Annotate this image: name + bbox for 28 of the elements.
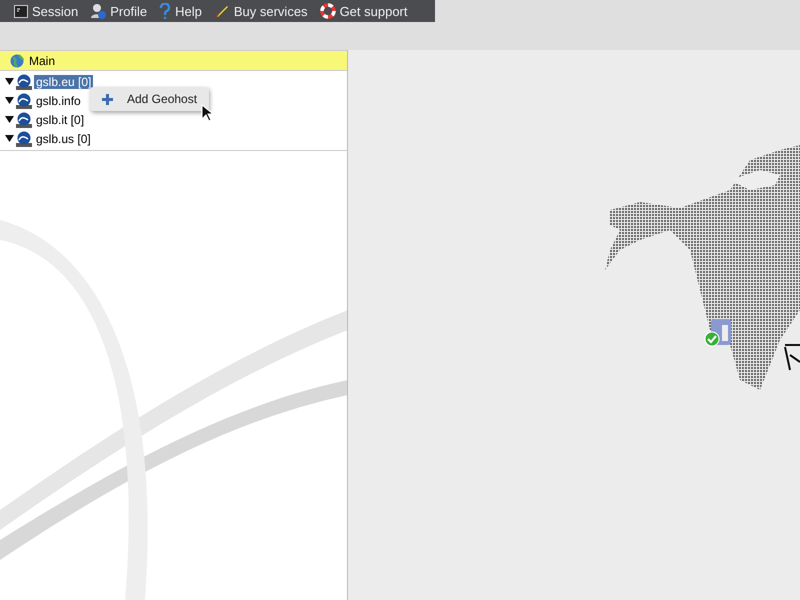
terminal-icon (14, 4, 28, 18)
toolbar-button[interactable]: Get support (316, 3, 414, 19)
tree-item[interactable]: gslb.it [0] (34, 112, 86, 126)
help-icon (159, 3, 172, 19)
toolbar-button[interactable]: Profile (86, 3, 154, 19)
globe-server-icon (16, 92, 32, 108)
globe-server-icon (16, 130, 32, 146)
globe-server-icon (16, 112, 32, 128)
tree-item[interactable]: gslb.us [0] (34, 132, 93, 146)
menu-item[interactable]: Add Geohost (92, 89, 208, 109)
globe-server-icon (16, 74, 32, 90)
toolbar-button[interactable]: Session (10, 4, 84, 18)
toggle-icon[interactable] (5, 134, 14, 143)
toolbar-button[interactable]: Help (155, 3, 208, 19)
globe-icon (10, 54, 24, 68)
tree-header[interactable]: Main (0, 50, 347, 71)
cursor-icon (201, 104, 213, 122)
rocket-icon (214, 3, 230, 19)
lifebuoy-icon (320, 3, 336, 19)
root-label: Main (29, 54, 56, 68)
toggle-icon[interactable] (5, 96, 14, 105)
user-icon (90, 3, 106, 19)
toggle-icon[interactable] (5, 115, 14, 124)
toolbar-button[interactable]: Buy services (210, 3, 314, 19)
plus-icon (102, 94, 113, 104)
tree-item[interactable]: gslb.info (34, 94, 83, 108)
toggle-icon[interactable] (5, 77, 14, 86)
tree-item[interactable]: gslb.eu [0] (34, 74, 94, 88)
